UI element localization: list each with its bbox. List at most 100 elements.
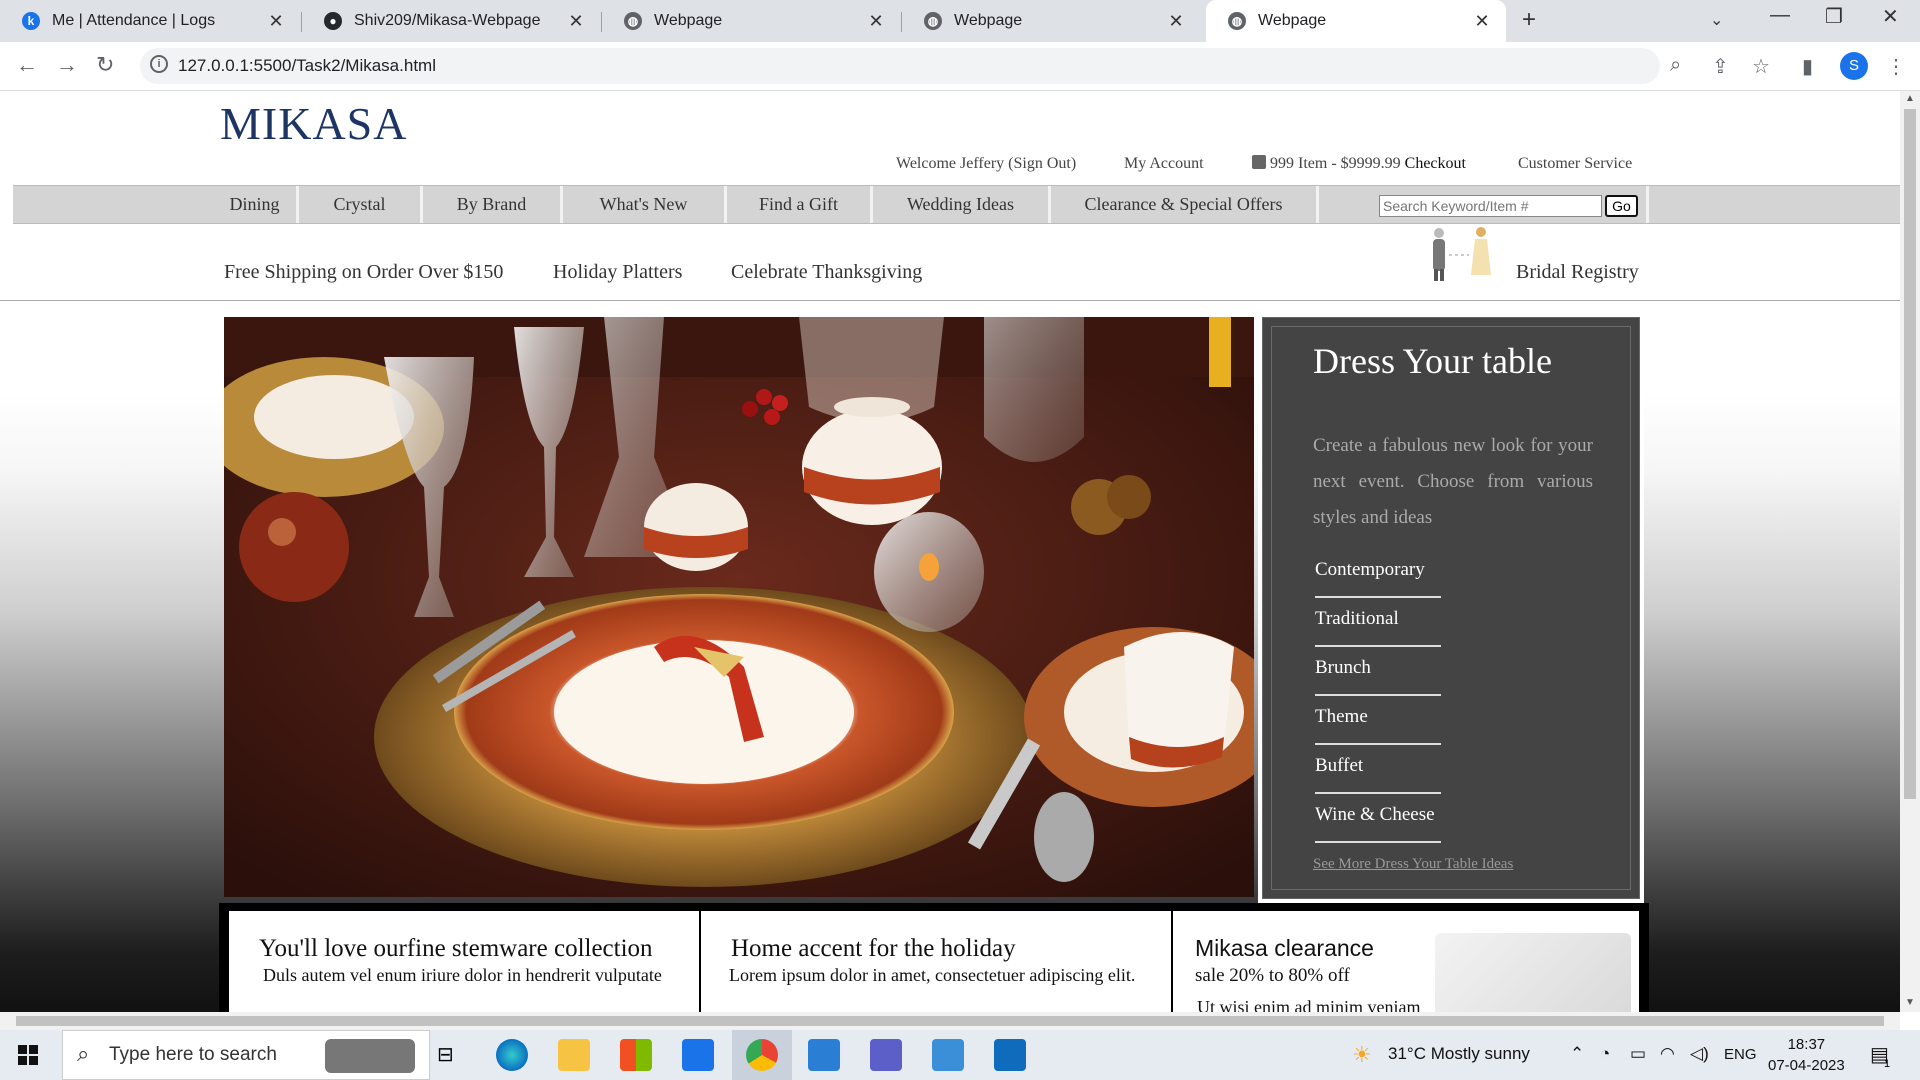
- holiday-platters-link[interactable]: Holiday Platters: [553, 261, 682, 284]
- mail-icon[interactable]: [682, 1039, 714, 1071]
- tab-title: Webpage: [654, 12, 723, 29]
- celebrate-thanksgiving-link[interactable]: Celebrate Thanksgiving: [731, 261, 922, 284]
- nav-whats-new[interactable]: What's New: [563, 186, 727, 223]
- tab-webpage-2[interactable]: ◍ Webpage ✕: [902, 0, 1200, 42]
- cart-summary[interactable]: 999 Item - $9999.99 Checkout: [1252, 155, 1466, 173]
- promo-clearance[interactable]: Mikasa clearance sale 20% to 80% off Ut …: [1173, 911, 1639, 1012]
- back-icon[interactable]: ←: [16, 52, 38, 78]
- promo-subtitle: sale 20% to 80% off: [1195, 965, 1350, 986]
- nav-clearance[interactable]: Clearance & Special Offers: [1051, 186, 1319, 223]
- language-indicator[interactable]: ENG: [1724, 1046, 1757, 1063]
- scroll-down-icon[interactable]: ▼: [1905, 997, 1915, 1008]
- style-buffet[interactable]: Buffet: [1315, 746, 1441, 794]
- scroll-thumb[interactable]: [1904, 109, 1916, 799]
- nav-by-brand[interactable]: By Brand: [423, 186, 563, 223]
- new-tab-icon[interactable]: +: [1522, 6, 1536, 34]
- tab-title: Webpage: [1258, 12, 1327, 29]
- scroll-up-icon[interactable]: ▲: [1905, 93, 1915, 104]
- close-tab-icon[interactable]: ✕: [866, 11, 886, 32]
- tab-webpage-active[interactable]: ◍ Webpage ✕: [1206, 0, 1506, 42]
- nav-crystal[interactable]: Crystal: [299, 186, 423, 223]
- minimize-icon[interactable]: —: [1770, 4, 1790, 27]
- tab-title: Webpage: [954, 12, 1023, 29]
- volume-icon[interactable]: ◁): [1690, 1044, 1709, 1064]
- weather-text[interactable]: 31°C Mostly sunny: [1388, 1044, 1530, 1064]
- k-icon: k: [22, 12, 40, 30]
- search-input[interactable]: [1379, 195, 1602, 217]
- my-account-link[interactable]: My Account: [1124, 155, 1204, 173]
- battery-icon[interactable]: ▭: [1630, 1044, 1646, 1064]
- tab-attendance[interactable]: k Me | Attendance | Logs ✕: [0, 0, 300, 42]
- promo-home-accent[interactable]: Home accent for the holiday Lorem ipsum …: [701, 911, 1171, 1012]
- chrome-icon[interactable]: [746, 1039, 778, 1071]
- mikasa-logo[interactable]: MIKASA: [220, 97, 407, 150]
- close-tab-icon[interactable]: ✕: [1472, 11, 1492, 32]
- menu-icon[interactable]: ⋮: [1886, 54, 1906, 79]
- vscode-icon[interactable]: [808, 1039, 840, 1071]
- nav-find-a-gift[interactable]: Find a Gift: [727, 186, 873, 223]
- promo-title: Mikasa clearance: [1195, 935, 1374, 961]
- tab-title: Me | Attendance | Logs: [52, 12, 216, 29]
- store-icon[interactable]: [620, 1039, 652, 1071]
- address-bar[interactable]: i 127.0.0.1:5500/Task2/Mikasa.html: [140, 48, 1660, 84]
- style-traditional[interactable]: Traditional: [1315, 599, 1441, 647]
- search-highlight-image: [325, 1039, 415, 1073]
- teams-icon[interactable]: [870, 1039, 902, 1071]
- welcome-signout-link[interactable]: Welcome Jeffery (Sign Out): [896, 155, 1076, 173]
- taskbar-search[interactable]: ⌕ Type here to search: [62, 1030, 430, 1080]
- nav-wedding-ideas[interactable]: Wedding Ideas: [873, 186, 1051, 223]
- style-brunch[interactable]: Brunch: [1315, 648, 1441, 696]
- close-tab-icon[interactable]: ✕: [566, 11, 586, 32]
- promo-stemware[interactable]: You'll love ourfine stemware collection …: [229, 911, 699, 1012]
- checkout-link[interactable]: Checkout: [1405, 155, 1466, 172]
- tab-github[interactable]: ● Shiv209/Mikasa-Webpage ✕: [302, 0, 600, 42]
- restore-icon[interactable]: ❐: [1825, 4, 1843, 29]
- system-clock[interactable]: 18:37 07-04-2023: [1768, 1034, 1845, 1076]
- vertical-scrollbar[interactable]: ▲ ▼: [1900, 91, 1920, 1012]
- reload-icon[interactable]: ↻: [96, 52, 114, 78]
- dress-your-table-panel: Dress Your table Create a fabulous new l…: [1258, 313, 1644, 903]
- close-window-icon[interactable]: ✕: [1882, 4, 1899, 29]
- profile-avatar[interactable]: S: [1840, 52, 1868, 80]
- side-panel-icon[interactable]: ▮: [1802, 54, 1813, 79]
- edge-icon[interactable]: [496, 1039, 528, 1071]
- search-go-button[interactable]: Go: [1605, 195, 1638, 217]
- photos-icon[interactable]: [932, 1039, 964, 1071]
- task-view-icon[interactable]: ⊟: [437, 1042, 454, 1067]
- close-tab-icon[interactable]: ✕: [1166, 11, 1186, 32]
- close-tab-icon[interactable]: ✕: [266, 11, 286, 32]
- network-icon[interactable]: ◔: [1600, 1044, 1610, 1064]
- tab-search-icon[interactable]: ⌄: [1710, 10, 1723, 30]
- windows-start-icon[interactable]: [18, 1045, 38, 1065]
- wifi-icon[interactable]: ◠: [1660, 1044, 1675, 1064]
- nav-dining[interactable]: Dining: [213, 186, 299, 223]
- file-explorer-icon[interactable]: [558, 1039, 590, 1071]
- bridal-couple-icon: [1433, 227, 1491, 281]
- weather-icon[interactable]: ☀: [1352, 1042, 1372, 1068]
- see-more-ideas-link[interactable]: See More Dress Your Table Ideas: [1313, 856, 1513, 873]
- url-text[interactable]: 127.0.0.1:5500/Task2/Mikasa.html: [178, 56, 436, 76]
- style-list: Contemporary Traditional Brunch Theme Bu…: [1315, 550, 1441, 844]
- horizontal-scrollbar[interactable]: [0, 1012, 1900, 1030]
- outlook-icon[interactable]: [994, 1039, 1026, 1071]
- divider: [0, 300, 1900, 301]
- style-wine-cheese[interactable]: Wine & Cheese: [1315, 795, 1441, 843]
- free-shipping-link[interactable]: Free Shipping on Order Over $150: [224, 261, 503, 284]
- clearance-product-image: [1435, 933, 1631, 1012]
- bridal-registry-link[interactable]: Bridal Registry: [1516, 261, 1639, 284]
- customer-service-link[interactable]: Customer Service: [1518, 155, 1632, 173]
- show-hidden-icons[interactable]: ⌃: [1570, 1044, 1584, 1064]
- site-info-icon[interactable]: i: [150, 55, 168, 73]
- scroll-thumb[interactable]: [16, 1016, 1884, 1026]
- bookmark-star-icon[interactable]: ☆: [1752, 54, 1770, 79]
- style-contemporary[interactable]: Contemporary: [1315, 550, 1441, 598]
- style-theme[interactable]: Theme: [1315, 697, 1441, 745]
- clock-time: 18:37: [1787, 1036, 1826, 1053]
- share-icon[interactable]: ⇪: [1712, 54, 1729, 79]
- promo-title: Home accent for the holiday: [731, 935, 1016, 962]
- tab-webpage-1[interactable]: ◍ Webpage ✕: [602, 0, 900, 42]
- globe-icon: ◍: [924, 12, 942, 30]
- zoom-icon[interactable]: ⌕: [1670, 54, 1681, 77]
- forward-icon[interactable]: →: [56, 52, 78, 78]
- hero-table-setting-image: [224, 317, 1254, 897]
